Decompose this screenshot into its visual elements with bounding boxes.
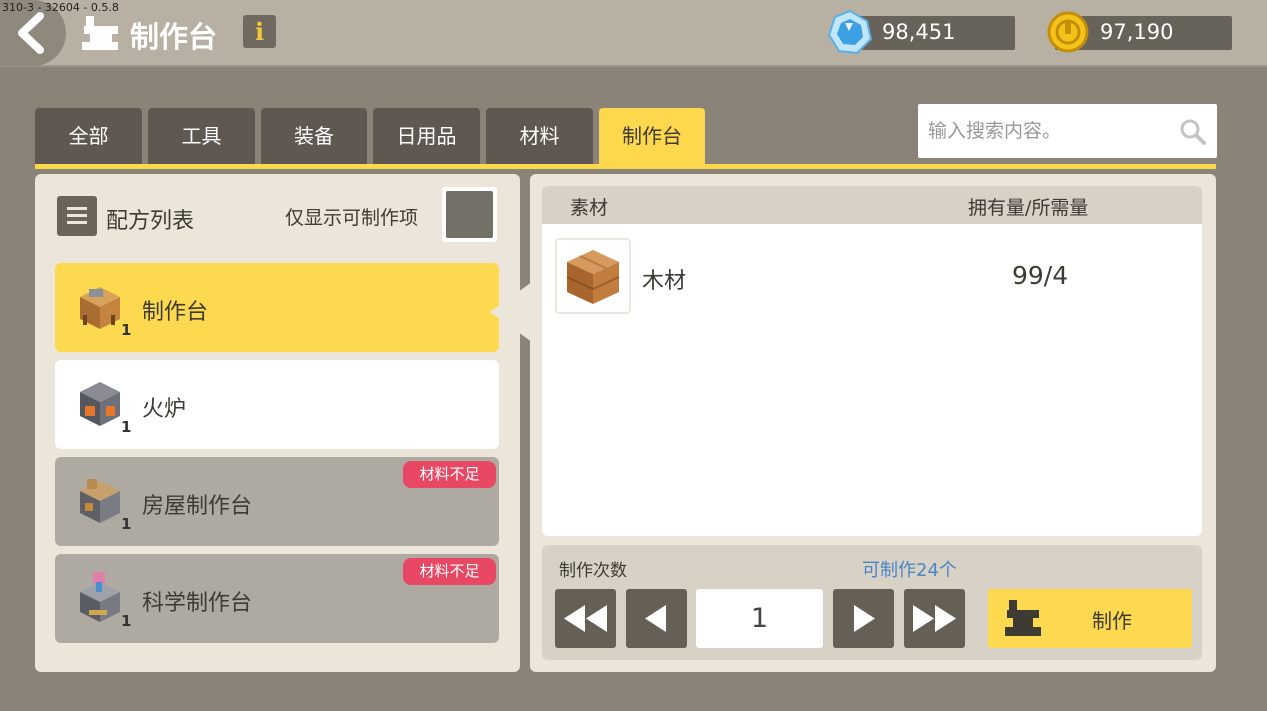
recipe-item-house-workbench[interactable]: 1 房屋制作台 材料不足 [55, 457, 499, 546]
recipe-qty: 1 [121, 321, 132, 339]
double-left-arrow-icon [564, 605, 607, 632]
house-workbench-icon [80, 479, 120, 523]
craft-controls: 制作次数 可制作24个 1 制作 [542, 545, 1202, 660]
tab-underline [35, 164, 1216, 169]
craft-count-input[interactable]: 1 [696, 589, 823, 648]
recipe-item-science-workbench[interactable]: 1 科学制作台 材料不足 [55, 554, 499, 643]
tab-workbench[interactable]: 制作台 [599, 108, 705, 165]
left-arrow-icon [645, 605, 666, 632]
info-button[interactable]: i [243, 15, 276, 48]
craft-count-label: 制作次数 [559, 561, 627, 581]
materials-header: 素材 拥有量/所需量 [542, 186, 1202, 224]
list-icon [57, 196, 97, 236]
recipe-qty: 1 [121, 418, 132, 436]
gem-icon [827, 9, 873, 55]
back-arrow-icon [18, 12, 44, 54]
recipe-qty: 1 [121, 515, 132, 533]
version-label: 310-3 - 32604 - 0.5.8 [2, 1, 119, 14]
decrease-button[interactable] [626, 589, 687, 648]
craftable-count-label: 可制作24个 [862, 560, 957, 581]
recipe-list-title: 配方列表 [106, 209, 195, 234]
search-box [918, 104, 1217, 158]
search-input[interactable] [928, 104, 1168, 158]
recipe-panel: 配方列表 仅显示可制作项 1 制作台 1 火炉 1 房屋制作台 材料不足 1 科… [35, 174, 520, 672]
coin-icon [1047, 11, 1089, 53]
material-name: 木材 [642, 269, 687, 294]
insufficient-materials-badge: 材料不足 [403, 558, 496, 585]
anvil-icon [82, 16, 118, 50]
coin-count: 97,190 [1100, 20, 1174, 44]
recipe-item-workbench[interactable]: 1 制作台 [55, 263, 499, 352]
gem-counter: 98,451 [827, 9, 1015, 55]
search-icon[interactable] [1180, 119, 1206, 145]
recipe-qty: 1 [121, 612, 132, 630]
tab-all[interactable]: 全部 [35, 108, 142, 165]
detail-panel: 素材 拥有量/所需量 木材 99/4 制作次数 可制作24个 1 制作 [530, 174, 1216, 672]
anvil-icon [1005, 600, 1041, 636]
decrease-max-button[interactable] [555, 589, 616, 648]
tab-materials[interactable]: 材料 [486, 108, 593, 165]
science-workbench-icon [80, 572, 120, 622]
column-material: 素材 [570, 197, 609, 219]
column-owned-required: 拥有量/所需量 [968, 197, 1089, 219]
material-count: 99/4 [1012, 261, 1069, 290]
recipe-name: 科学制作台 [142, 591, 253, 616]
materials-table: 素材 拥有量/所需量 木材 99/4 [542, 186, 1202, 536]
coin-counter: 97,190 [1047, 11, 1232, 53]
recipe-name: 制作台 [142, 300, 209, 325]
increase-max-button[interactable] [904, 589, 965, 648]
craft-button[interactable]: 制作 [988, 589, 1192, 648]
wood-icon [566, 250, 620, 304]
gem-count: 98,451 [882, 20, 956, 44]
material-slot [555, 238, 631, 314]
recipe-item-furnace[interactable]: 1 火炉 [55, 360, 499, 449]
tab-daily-goods[interactable]: 日用品 [373, 108, 480, 165]
craftable-only-checkbox[interactable] [442, 187, 497, 242]
recipe-name: 房屋制作台 [142, 494, 253, 519]
filter-label: 仅显示可制作项 [285, 207, 419, 229]
page-title: 制作台 [130, 20, 218, 54]
selection-pointer [490, 282, 532, 342]
top-bar: 制作台 i 98,451 97,190 [0, 0, 1267, 67]
workbench-icon [80, 287, 120, 329]
increase-button[interactable] [833, 589, 894, 648]
insufficient-materials-badge: 材料不足 [403, 461, 496, 488]
right-arrow-icon [854, 605, 875, 632]
recipe-name: 火炉 [142, 397, 187, 422]
furnace-icon [80, 382, 120, 426]
double-right-arrow-icon [913, 605, 956, 632]
tab-equipment[interactable]: 装备 [261, 108, 367, 165]
craft-button-label: 制作 [1092, 609, 1132, 633]
tab-tools[interactable]: 工具 [148, 108, 255, 165]
